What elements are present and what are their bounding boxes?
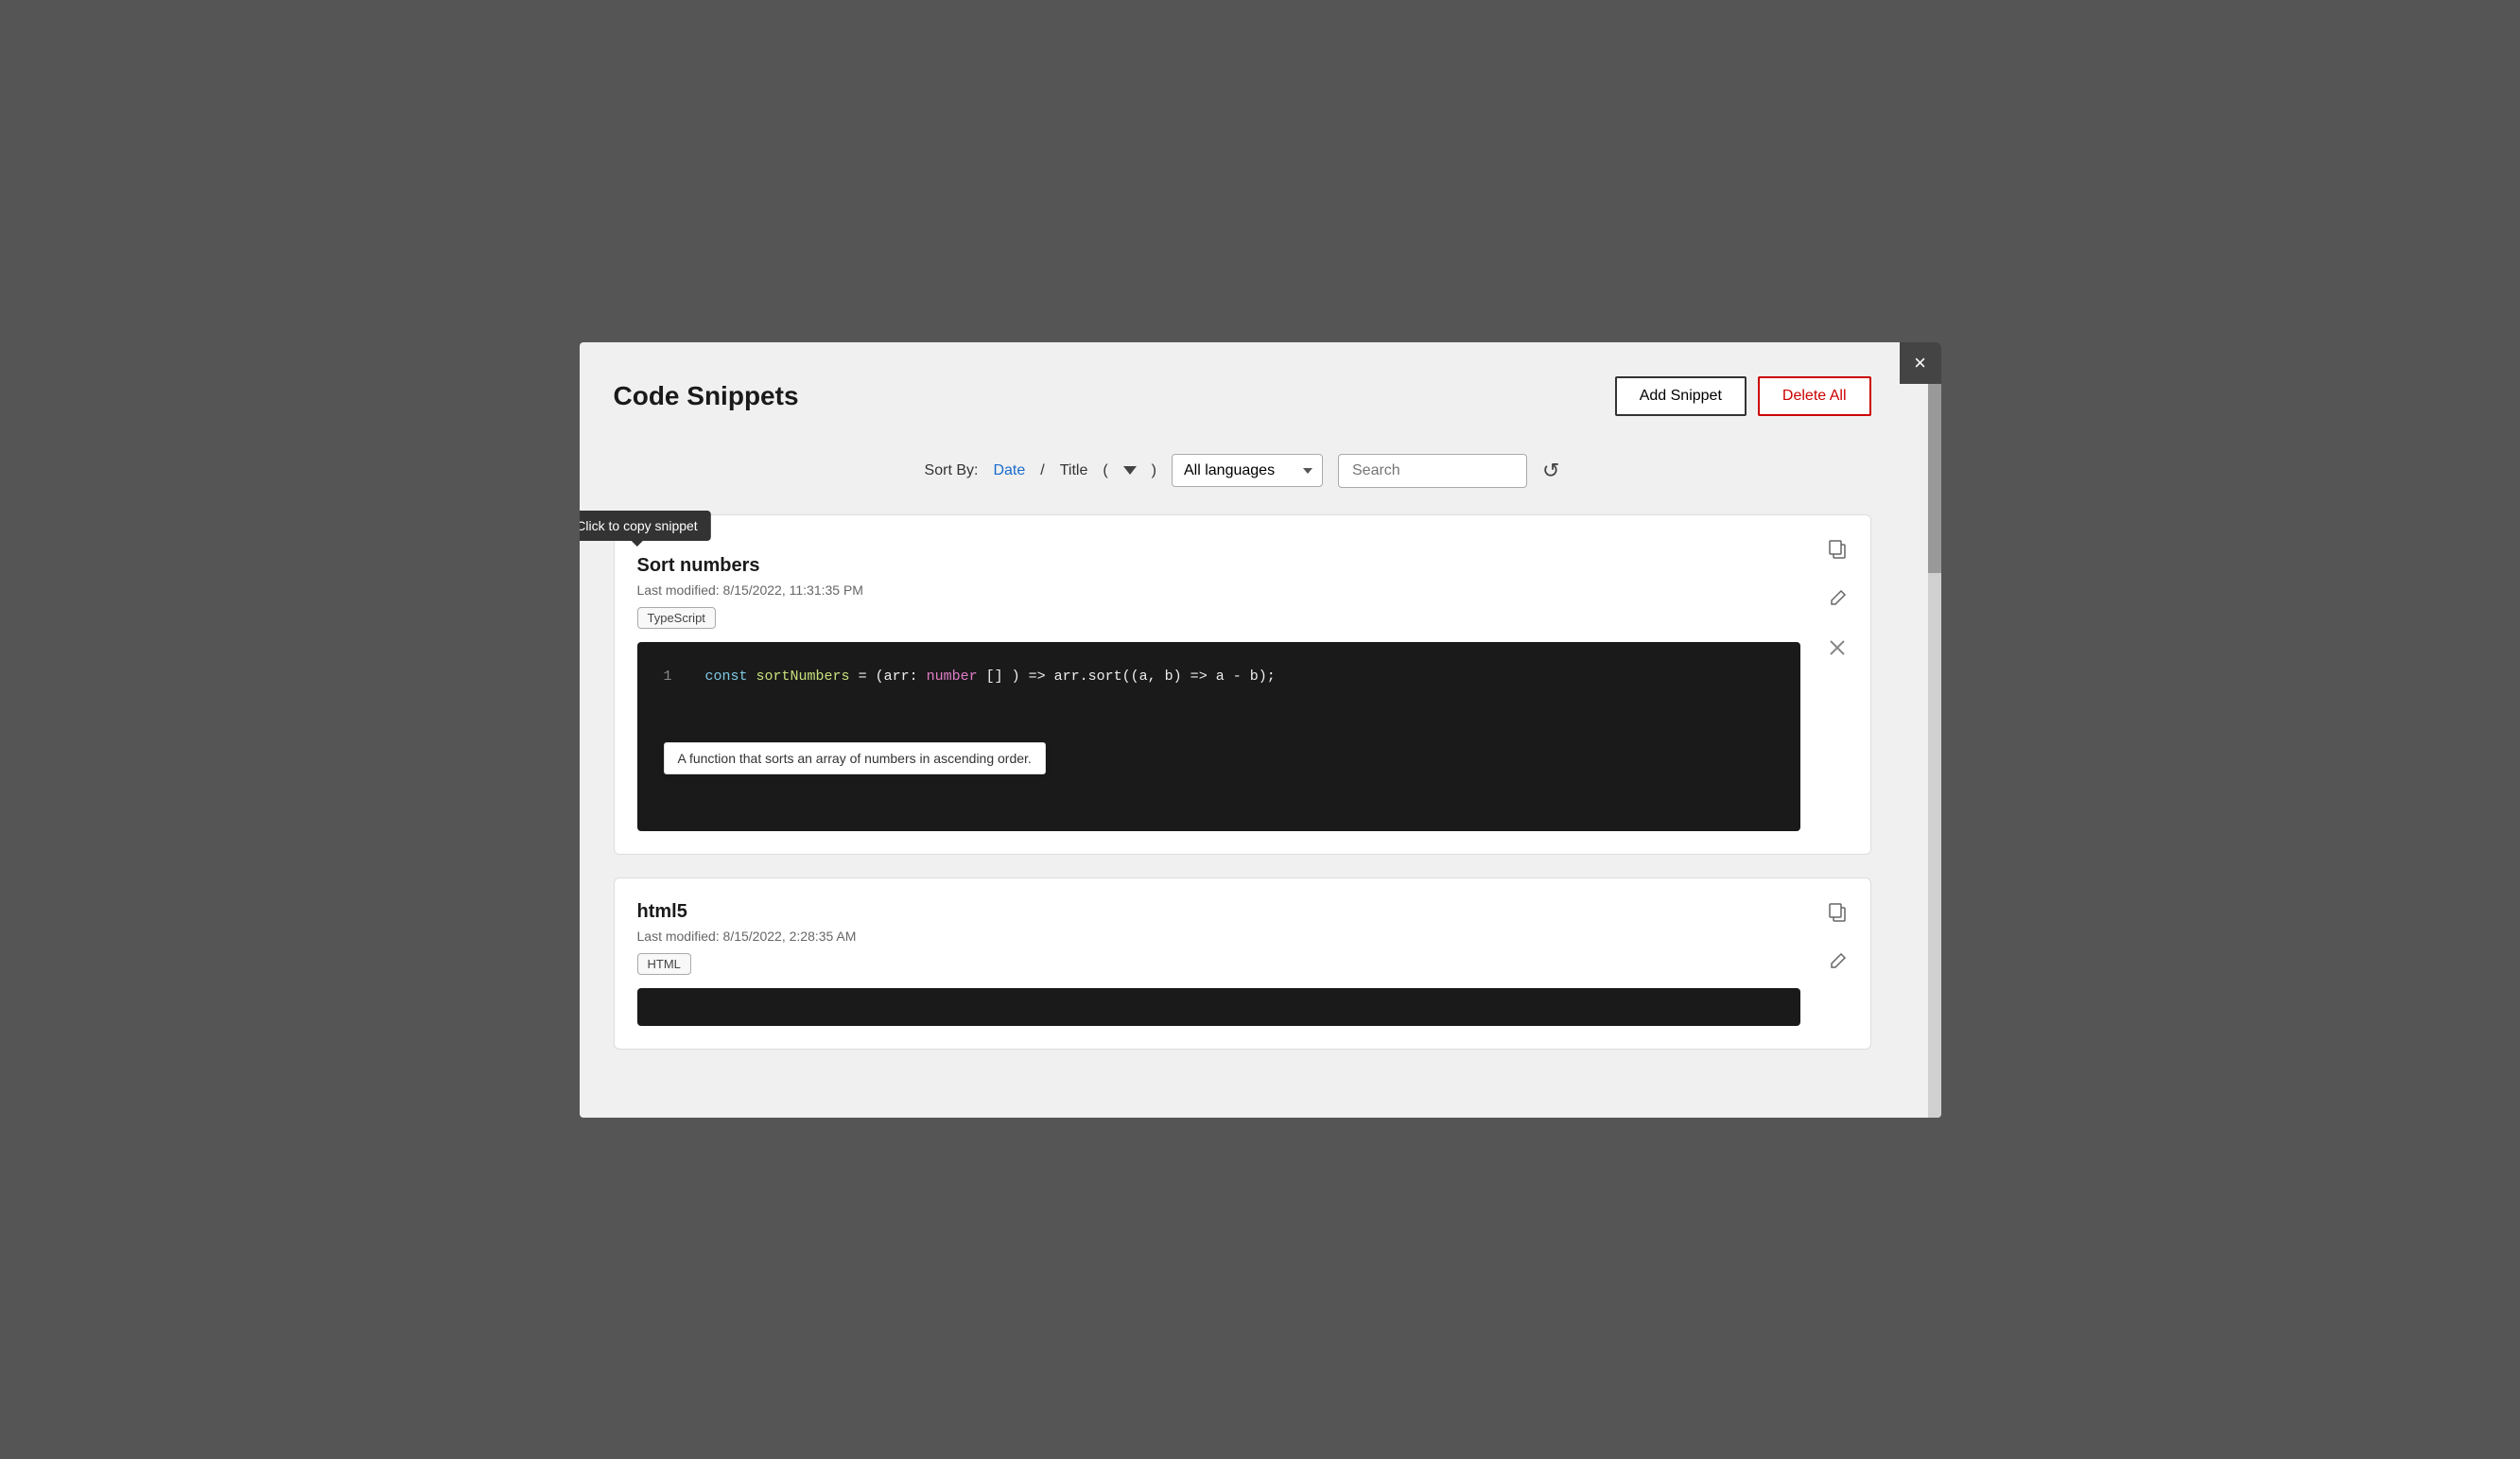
refresh-button[interactable]: ↺ xyxy=(1542,459,1559,483)
modal-container: × Code Snippets Add Snippet Delete All S… xyxy=(580,342,1941,1118)
snippet-language-badge-2: HTML xyxy=(637,953,691,975)
snippet-language-badge: TypeScript xyxy=(637,607,716,629)
close-icon: × xyxy=(1914,351,1926,375)
close-button[interactable]: × xyxy=(1900,342,1941,384)
copy-icon xyxy=(1827,538,1848,559)
copy-icon-2 xyxy=(1827,901,1848,922)
snippet-card-html5: html5 Last modified: 8/15/2022, 2:28:35 … xyxy=(614,877,1871,1050)
snippet-modified: Last modified: 8/15/2022, 11:31:35 PM xyxy=(637,582,1848,598)
sort-by-title[interactable]: Title xyxy=(1060,462,1088,479)
delete-all-button[interactable]: Delete All xyxy=(1758,376,1871,416)
edit-icon xyxy=(1828,589,1847,608)
sort-arrow-icon[interactable] xyxy=(1123,466,1137,475)
line-number: 1 xyxy=(664,669,683,685)
copy-snippet-button-2[interactable] xyxy=(1823,897,1851,931)
sort-divider: / xyxy=(1040,462,1044,479)
snippet-actions xyxy=(1823,534,1851,667)
code-content: const sortNumbers = (arr: number [] ) =>… xyxy=(705,669,1276,685)
edit-snippet-button-2[interactable] xyxy=(1824,948,1851,981)
add-snippet-button[interactable]: Add Snippet xyxy=(1615,376,1747,416)
code-line: 1 const sortNumbers = (arr: number [] ) … xyxy=(664,669,1774,685)
snippet-actions-2 xyxy=(1823,897,1851,981)
main-content: Code Snippets Add Snippet Delete All Sor… xyxy=(580,342,1928,1106)
sort-paren-open: ( xyxy=(1103,462,1107,479)
scrollbar[interactable] xyxy=(1928,384,1941,1118)
header-buttons: Add Snippet Delete All xyxy=(1615,376,1871,416)
snippet-title-2: html5 xyxy=(637,901,1848,923)
delete-snippet-button[interactable] xyxy=(1824,634,1851,667)
edit-icon-2 xyxy=(1828,952,1847,971)
scrollbar-thumb[interactable] xyxy=(1928,384,1941,573)
header-row: Code Snippets Add Snippet Delete All xyxy=(614,376,1871,416)
edit-snippet-button[interactable] xyxy=(1824,585,1851,617)
controls-row: Sort By: Date / Title ( ) All languages … xyxy=(614,454,1871,488)
snippet-card-sort-numbers: Click to copy snippet xyxy=(614,514,1871,855)
search-input[interactable] xyxy=(1338,454,1527,488)
sort-paren-close: ) xyxy=(1152,462,1156,479)
language-select[interactable]: All languages TypeScript HTML JavaScript… xyxy=(1172,454,1323,487)
page-title: Code Snippets xyxy=(614,381,799,411)
copy-snippet-button[interactable] xyxy=(1823,534,1851,568)
snippet-modified-2: Last modified: 8/15/2022, 2:28:35 AM xyxy=(637,929,1848,944)
refresh-icon: ↺ xyxy=(1542,459,1559,482)
sort-by-label: Sort By: xyxy=(925,462,979,479)
sort-by-date[interactable]: Date xyxy=(993,462,1025,479)
delete-icon xyxy=(1828,638,1847,657)
copy-tooltip: Click to copy snippet xyxy=(580,511,711,541)
code-block-2[interactable] xyxy=(637,988,1800,1026)
snippet-title: Sort numbers xyxy=(637,555,1848,577)
code-block[interactable]: 1 const sortNumbers = (arr: number [] ) … xyxy=(637,642,1800,831)
code-description: A function that sorts an array of number… xyxy=(664,742,1046,774)
